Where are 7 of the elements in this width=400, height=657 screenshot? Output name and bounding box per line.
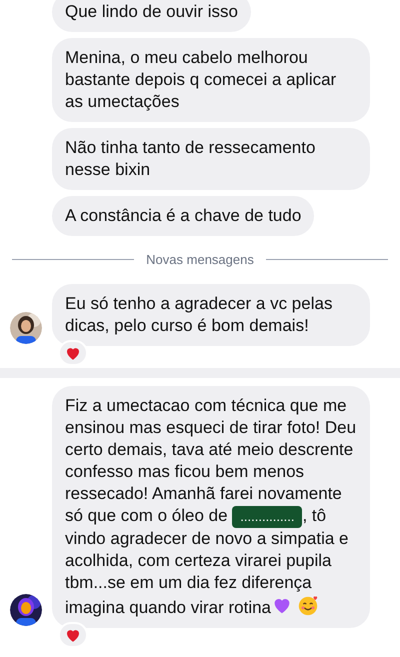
message-bubble: Não tinha tanto de ressecamento nesse bixin: [52, 128, 370, 190]
message-bubble: Menina, o meu cabelo melhorou bastante depois q comecei a aplicar as umectações: [52, 38, 370, 122]
message-bubble: Eu só tenho a agradecer a vc pelas dicas, pelo curso é bom demais!: [52, 284, 370, 346]
message-bubble: Que lindo de ouvir isso: [52, 0, 251, 32]
message-bubble: A constância é a chave de tudo: [52, 196, 314, 236]
message-bubble: Fiz a umectacao com técnica que me ensinou mas esqueci de tirar foto! Deu certo demais, tava até meio descrente confesso mas ficou bem menos ressecado! Amanhã farei novamente só que com o óleo de ............... , tô vindo agradecer de novo a simpatia e acolhida, com certeza virarei pupila tbm...se em um dia fez diferença imagina quando virar rotina: [52, 386, 370, 628]
divider-label: Novas mensagens: [146, 251, 254, 269]
